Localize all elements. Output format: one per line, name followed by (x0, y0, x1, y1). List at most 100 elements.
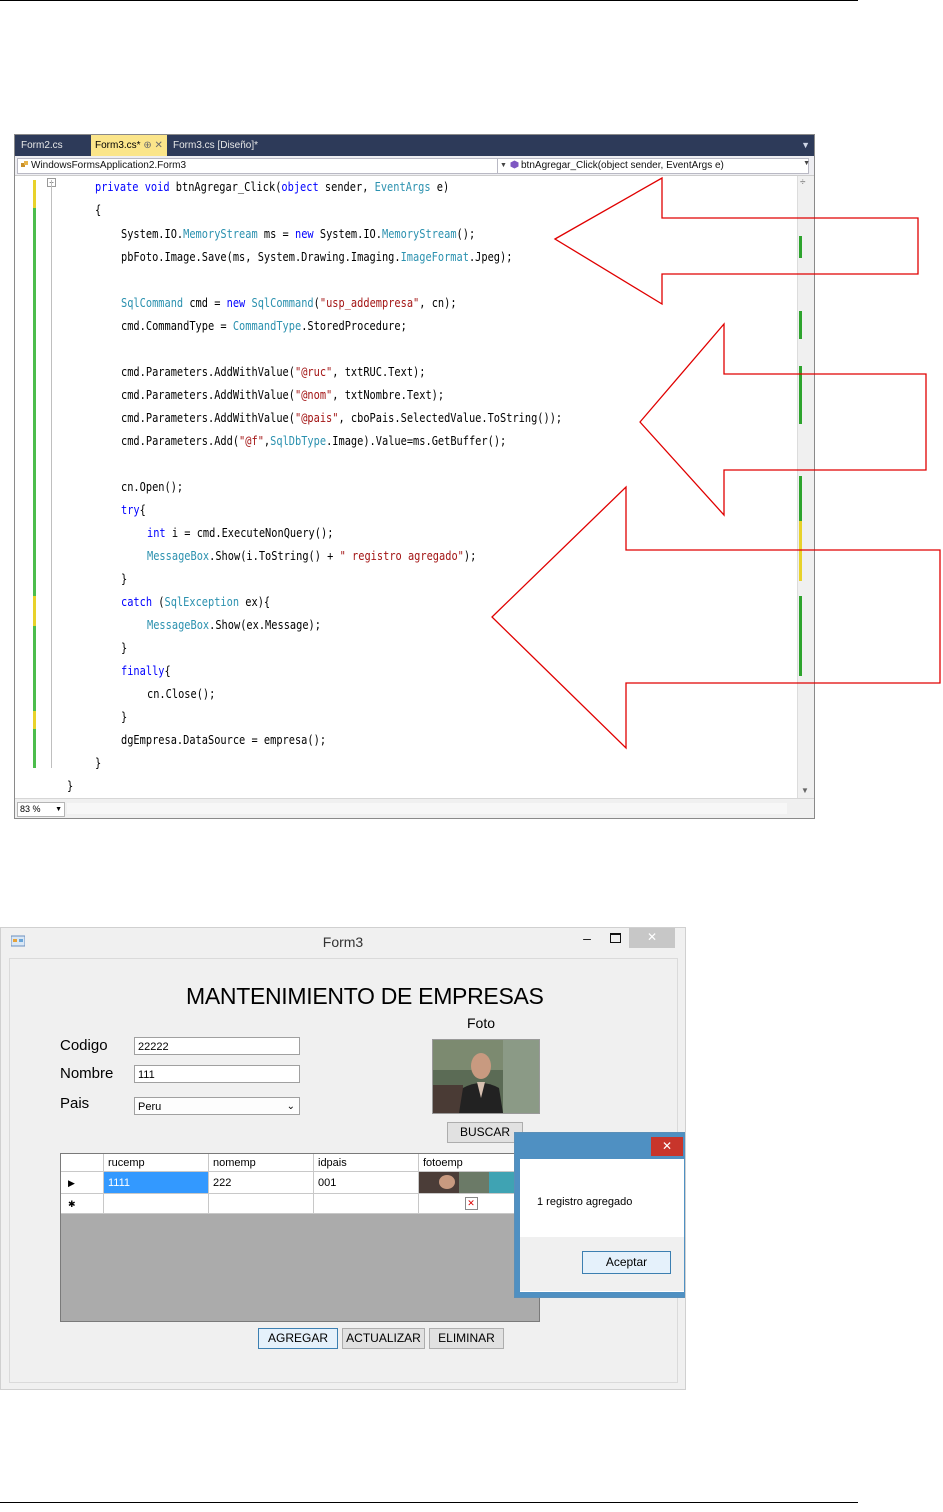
tabs-dropdown-icon[interactable]: ▼ (801, 140, 810, 150)
class-dropdown[interactable]: WindowsFormsApplication2.Form3 (17, 158, 499, 174)
window-title-bar: Form3 – ✕ (1, 928, 685, 958)
tab-form3-design[interactable]: Form3.cs [Diseño]* (169, 135, 262, 156)
tab-pin-close-icon[interactable]: ⊕ ✕ (143, 140, 163, 151)
code-line: dgEmpresa.DataSource = empresa(); (121, 733, 327, 747)
column-header[interactable]: fotoemp (419, 1154, 524, 1172)
aceptar-button[interactable]: Aceptar (582, 1251, 671, 1274)
foto-label: Foto (467, 1015, 496, 1031)
column-header[interactable]: idpais (314, 1154, 419, 1172)
photo-thumbnail (419, 1172, 523, 1193)
agregar-button[interactable]: AGREGAR (258, 1328, 338, 1349)
split-window-icon[interactable]: ÷ (800, 177, 806, 188)
change-gutter (15, 176, 41, 798)
broken-image-icon: ✕ (464, 1197, 478, 1210)
horizontal-scrollbar[interactable] (67, 803, 787, 814)
codigo-field[interactable]: 22222 (134, 1037, 300, 1055)
scroll-change-marker (799, 476, 802, 521)
scroll-change-marker (799, 366, 802, 424)
chevron-down-icon: ▼ (55, 806, 62, 813)
column-header[interactable]: rucemp (104, 1154, 209, 1172)
message-box: ✕ 1 registro agregado Aceptar (514, 1132, 685, 1298)
code-line: cmd.Parameters.AddWithValue("@ruc", txtR… (121, 365, 426, 379)
form3-window: Form3 – ✕ MANTENIMIENTO DE EMPRESAS Foto… (0, 927, 686, 1390)
pais-label: Pais (60, 1095, 90, 1112)
editor-status-strip: 83 % ▼ (15, 798, 814, 818)
table-cell[interactable] (209, 1194, 314, 1214)
table-cell[interactable] (104, 1194, 209, 1214)
nombre-field[interactable]: 111 (134, 1065, 300, 1083)
code-line: } (121, 710, 128, 724)
code-line: pbFoto.Image.Save(ms, System.Drawing.Ima… (121, 250, 513, 264)
actualizar-button[interactable]: ACTUALIZAR (342, 1328, 425, 1349)
code-line: cmd.Parameters.AddWithValue("@pais", cbo… (121, 411, 563, 425)
table-cell[interactable]: 001 (314, 1172, 419, 1194)
class-dropdown-value: WindowsFormsApplication2.Form3 (31, 160, 187, 171)
column-header[interactable]: nomemp (209, 1154, 314, 1172)
code-line: cn.Open(); (121, 480, 184, 494)
page-title: MANTENIMIENTO DE EMPRESAS (186, 983, 544, 1009)
table-cell[interactable]: 1111 (104, 1172, 209, 1194)
code-line: } (95, 756, 102, 770)
nav-dropdown-arrow-icon[interactable]: ▼ (803, 160, 810, 167)
zoom-value: 83 % (20, 804, 41, 814)
scroll-change-marker (799, 311, 802, 339)
top-rule (0, 0, 858, 1)
code-text-area[interactable]: − private void btnAgregar_Click(object s… (15, 176, 798, 798)
pais-select-value: Peru (138, 1101, 162, 1113)
nombre-label: Nombre (60, 1065, 114, 1082)
code-line: } (67, 779, 74, 793)
tab-form3-cs-label: Form3.cs* (95, 140, 141, 151)
code-line: cn.Close(); (147, 687, 216, 701)
new-row-icon[interactable]: ✱ (61, 1194, 104, 1214)
company-photo (432, 1039, 540, 1114)
code-line: } (121, 641, 128, 655)
message-box-body: 1 registro agregado (520, 1159, 684, 1237)
photo-image (433, 1040, 539, 1113)
maximize-icon[interactable] (603, 928, 627, 948)
code-line: cmd.Parameters.Add("@f",SqlDbType.Image)… (121, 434, 507, 448)
code-line: catch (SqlException ex){ (121, 595, 271, 609)
code-line: finally{ (121, 664, 171, 678)
message-box-title-bar: ✕ (515, 1133, 685, 1159)
row-selector-icon[interactable]: ▶ (61, 1172, 104, 1194)
empresa-data-grid[interactable]: rucemp nomemp idpais fotoemp ▶ 1111 222 … (60, 1153, 540, 1322)
editor-tab-bar: Form2.cs Form3.cs* ⊕ ✕ Form3.cs [Diseño]… (15, 135, 814, 156)
code-line: } (121, 572, 128, 586)
minimize-icon[interactable]: – (575, 928, 599, 948)
scroll-change-marker (799, 596, 802, 676)
class-icon (21, 161, 28, 167)
table-cell[interactable]: ✕ (419, 1194, 524, 1214)
method-dropdown[interactable]: ▼ btnAgregar_Click(object sender, EventA… (497, 158, 809, 174)
row-header-corner (61, 1154, 104, 1172)
change-marker-saved (33, 208, 36, 768)
zoom-dropdown[interactable]: 83 % ▼ (17, 802, 65, 817)
code-line: cmd.CommandType = CommandType.StoredProc… (121, 319, 407, 333)
code-line: cmd.Parameters.AddWithValue("@nom", txtN… (121, 388, 445, 402)
change-marker-unsaved (33, 596, 36, 626)
chevron-down-icon: ⌄ (286, 1101, 295, 1112)
close-icon[interactable]: ✕ (629, 928, 675, 948)
code-line: int i = cmd.ExecuteNonQuery(); (147, 526, 334, 540)
scroll-down-icon[interactable]: ▼ (801, 786, 809, 795)
table-cell[interactable] (314, 1194, 419, 1214)
table-cell-image[interactable] (419, 1172, 524, 1194)
method-icon (510, 160, 519, 169)
tab-form3-cs[interactable]: Form3.cs* ⊕ ✕ (91, 135, 167, 156)
buscar-button[interactable]: BUSCAR (447, 1122, 523, 1143)
message-box-footer: Aceptar (520, 1237, 684, 1291)
close-icon[interactable]: ✕ (651, 1137, 683, 1156)
code-line: MessageBox.Show(i.ToString() + " registr… (147, 549, 477, 563)
vertical-scrollbar[interactable]: ÷ ▼ (797, 176, 814, 798)
eliminar-button[interactable]: ELIMINAR (429, 1328, 504, 1349)
tab-form2-cs[interactable]: Form2.cs (17, 135, 67, 156)
scroll-change-marker (799, 521, 802, 581)
code-line: { (95, 203, 102, 217)
scroll-change-marker (799, 236, 802, 258)
table-cell[interactable]: 222 (209, 1172, 314, 1194)
pais-select[interactable]: Peru ⌄ (134, 1097, 300, 1115)
method-dropdown-value: btnAgregar_Click(object sender, EventArg… (521, 160, 724, 171)
code-editor-window: Form2.cs Form3.cs* ⊕ ✕ Form3.cs [Diseño]… (14, 134, 815, 819)
code-line: private void btnAgregar_Click(object sen… (95, 180, 450, 194)
code-line: MessageBox.Show(ex.Message); (147, 618, 321, 632)
chevron-down-icon: ▼ (500, 162, 507, 169)
